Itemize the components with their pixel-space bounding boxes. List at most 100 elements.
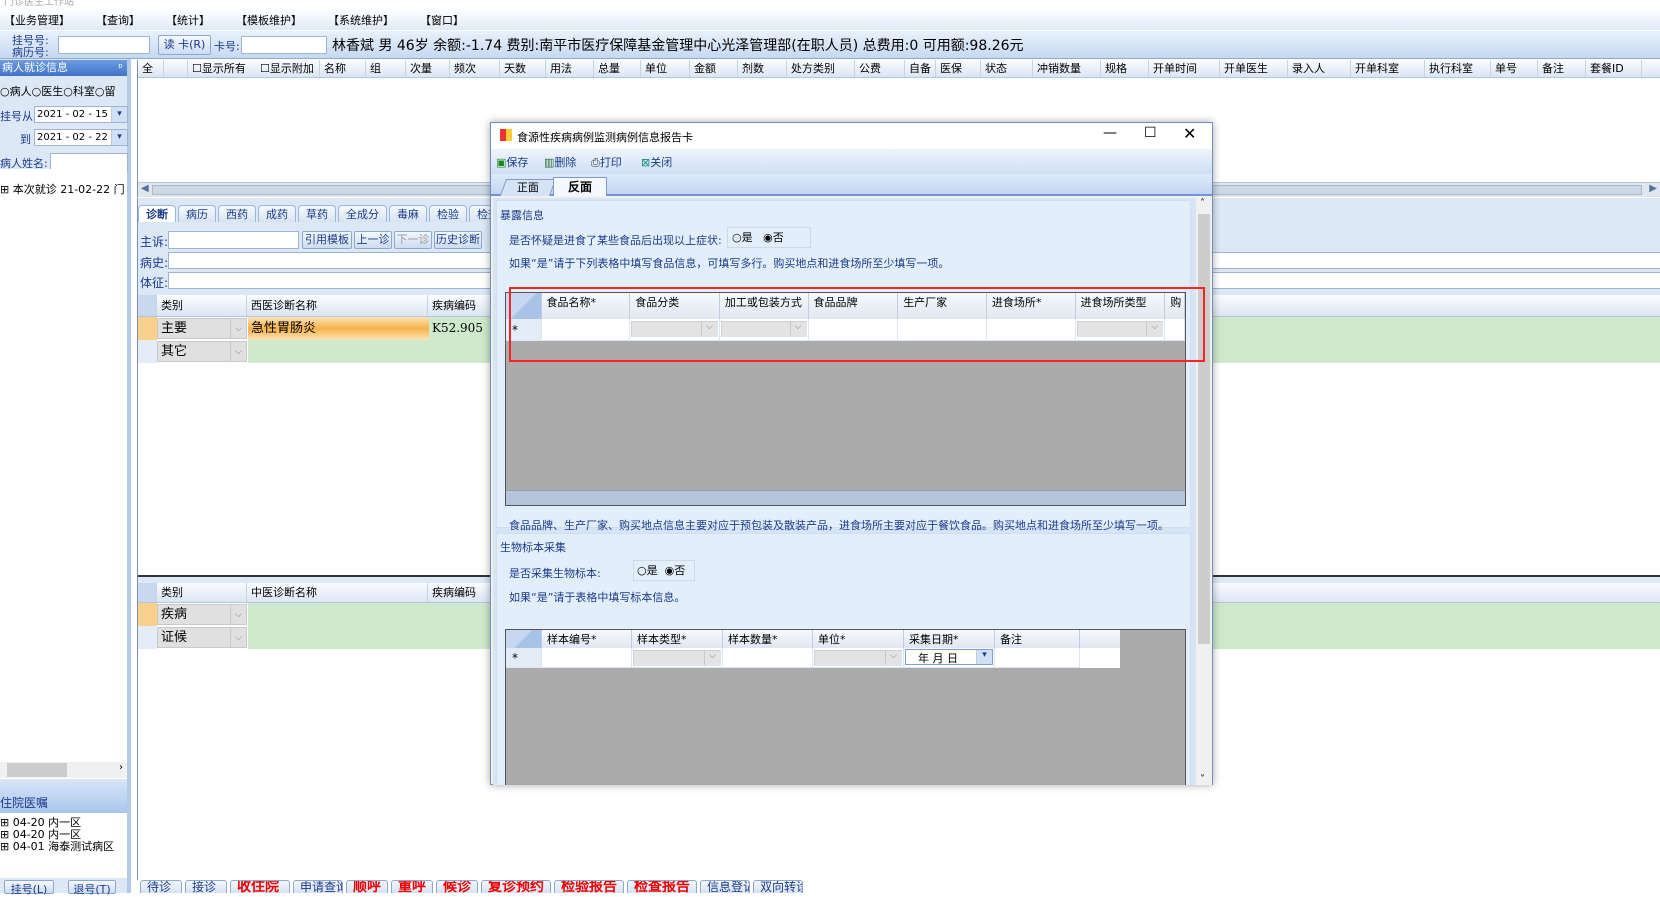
tab-1[interactable]: 病历	[178, 205, 216, 222]
radio-dept[interactable]: ○科室	[63, 85, 95, 98]
col-header[interactable]: 用法	[546, 60, 594, 77]
food-grid-h-scrollbar[interactable]	[506, 490, 1185, 505]
col-header[interactable]: 公费	[855, 60, 905, 77]
close-dialog-button[interactable]: ⊠关闭	[641, 154, 672, 170]
reg-no-input[interactable]	[58, 36, 150, 54]
col-header[interactable]: 开单时间	[1149, 60, 1220, 77]
close-button[interactable]: ✕	[1183, 124, 1196, 143]
radio-patient[interactable]: ○病人	[0, 85, 32, 98]
specimen-no-radio[interactable]: ◉否	[665, 564, 686, 577]
specimen-yes-radio[interactable]: ○是	[637, 564, 658, 577]
next-visit-button[interactable]: 下一诊	[394, 231, 432, 249]
tab-0[interactable]: 诊断	[138, 205, 176, 222]
menu-stats[interactable]: 【统计】	[166, 12, 210, 28]
inpatient-item[interactable]: ⊞ 04-01 海泰测试病区	[0, 841, 127, 853]
prev-visit-button[interactable]: 上一诊	[354, 231, 392, 249]
bottom-tab[interactable]: 复诊预约	[481, 880, 551, 893]
grid-cell[interactable]: ⌵	[632, 648, 723, 668]
bottom-tab[interactable]: 候诊	[436, 880, 478, 893]
cell-select[interactable]: ⌵	[814, 650, 902, 666]
col-all[interactable]: 全	[138, 60, 164, 77]
exposure-no-radio[interactable]: ◉否	[763, 231, 784, 244]
type-select[interactable]: 疾病 ⌵	[157, 604, 247, 625]
bottom-tab[interactable]: 申请查询	[293, 880, 343, 893]
col-header[interactable]: 规格	[1101, 60, 1149, 77]
radio-other[interactable]: ○留	[95, 85, 116, 98]
bottom-tab[interactable]: 接诊	[185, 880, 227, 893]
read-card-button[interactable]: 读 卡(R)	[158, 35, 211, 55]
grid-cell[interactable]: ⌵	[813, 648, 904, 668]
col-header[interactable]: 处方类别	[787, 60, 855, 77]
print-button[interactable]: ⎙打印	[591, 154, 622, 170]
diagnosis-name-cell[interactable]: 急性胃肠炎	[248, 317, 429, 340]
type-select[interactable]: 证候 ⌵	[157, 627, 247, 648]
minimize-button[interactable]: —	[1103, 125, 1117, 141]
register-button[interactable]: 挂号(L)	[4, 880, 54, 896]
bottom-tab[interactable]: 待诊	[140, 880, 182, 893]
col-header[interactable]: 状态	[981, 60, 1033, 77]
menu-system[interactable]: 【系统维护】	[328, 12, 394, 28]
show-all-checkbox[interactable]: ☐显示所有	[188, 60, 256, 77]
menu-template[interactable]: 【模板维护】	[236, 12, 302, 28]
col-header[interactable]: 开单医生	[1220, 60, 1288, 77]
col-header[interactable]: 名称	[320, 60, 366, 77]
tab-6[interactable]: 毒麻	[389, 205, 427, 222]
bottom-tab[interactable]: 顺呼	[346, 880, 388, 893]
tab-front[interactable]: 正面	[499, 179, 557, 196]
save-button[interactable]: ▣保存	[496, 154, 528, 170]
left-h-scrollbar[interactable]: ›	[0, 762, 127, 778]
col-header[interactable]: 执行科室	[1425, 60, 1491, 77]
type-select[interactable]: 主要 ⌵	[157, 318, 247, 339]
col-header[interactable]: 录入人	[1288, 60, 1351, 77]
from-date-picker[interactable]: 2021 - 02 - 15 ▾	[34, 106, 128, 123]
grid-cell[interactable]	[995, 648, 1080, 668]
col-header[interactable]: 剂数	[738, 60, 787, 77]
col-header[interactable]: 次量	[406, 60, 450, 77]
date-picker[interactable]: 年 月 日 ▾	[905, 649, 993, 665]
grid-cell[interactable]: 年 月 日 ▾	[904, 648, 995, 668]
menu-query[interactable]: 【查询】	[96, 12, 140, 28]
col-header[interactable]: 套餐ID	[1586, 60, 1642, 77]
type-select[interactable]: 其它 ⌵	[157, 341, 247, 362]
grid-cell[interactable]	[723, 648, 813, 668]
menu-window[interactable]: 【窗口】	[420, 12, 464, 28]
col-header[interactable]: 医保	[936, 60, 981, 77]
tab-back[interactable]: 反面	[553, 177, 607, 196]
tab-7[interactable]: 检验	[429, 205, 467, 222]
col-header[interactable]: 单位	[641, 60, 690, 77]
tab-4[interactable]: 草药	[298, 205, 336, 222]
menu-business[interactable]: 【业务管理】	[4, 12, 70, 28]
col-header[interactable]: 自备	[905, 60, 936, 77]
col-header[interactable]: 组	[366, 60, 406, 77]
use-template-button[interactable]: 引用模板	[302, 231, 352, 249]
bottom-tab[interactable]: 检验报告	[554, 880, 624, 893]
to-date-picker[interactable]: 2021 - 02 - 22 ▾	[34, 129, 128, 146]
tab-2[interactable]: 西药	[218, 205, 256, 222]
col-header[interactable]: 冲销数量	[1033, 60, 1101, 77]
col-header[interactable]: 频次	[450, 60, 500, 77]
col-header[interactable]: 金额	[690, 60, 738, 77]
card-no-input[interactable]	[241, 36, 327, 54]
bottom-tab[interactable]: 双向转诊	[753, 880, 803, 893]
bottom-tab[interactable]: 检查报告	[627, 880, 697, 893]
cell-select[interactable]: ⌵	[633, 650, 721, 666]
show-extra-checkbox[interactable]: ☐显示附加	[256, 60, 320, 77]
maximize-button[interactable]: ☐	[1144, 125, 1157, 141]
history-diagnosis-button[interactable]: 历史诊断	[434, 231, 482, 249]
complaint-input[interactable]	[168, 231, 299, 249]
radio-doctor[interactable]: ○医生	[32, 85, 64, 98]
col-header[interactable]: 天数	[500, 60, 546, 77]
exposure-yes-radio[interactable]: ○是	[732, 231, 753, 244]
bottom-tab[interactable]: 重呼	[391, 880, 433, 893]
tree-item-visit[interactable]: ⊞ 本次就诊 21-02-22 门	[0, 181, 127, 197]
bottom-tab[interactable]: 收住院	[230, 880, 290, 893]
cancel-register-button[interactable]: 退号(T)	[68, 880, 116, 896]
grid-cell[interactable]	[542, 648, 632, 668]
col-header[interactable]: 单号	[1491, 60, 1538, 77]
bottom-tab[interactable]: 信息登记	[700, 880, 750, 893]
tab-3[interactable]: 成药	[258, 205, 296, 222]
col-header[interactable]: 开单科室	[1351, 60, 1425, 77]
col-header[interactable]: 总量	[594, 60, 641, 77]
delete-button[interactable]: ▥删除	[544, 154, 576, 170]
tab-5[interactable]: 全成分	[338, 205, 387, 222]
